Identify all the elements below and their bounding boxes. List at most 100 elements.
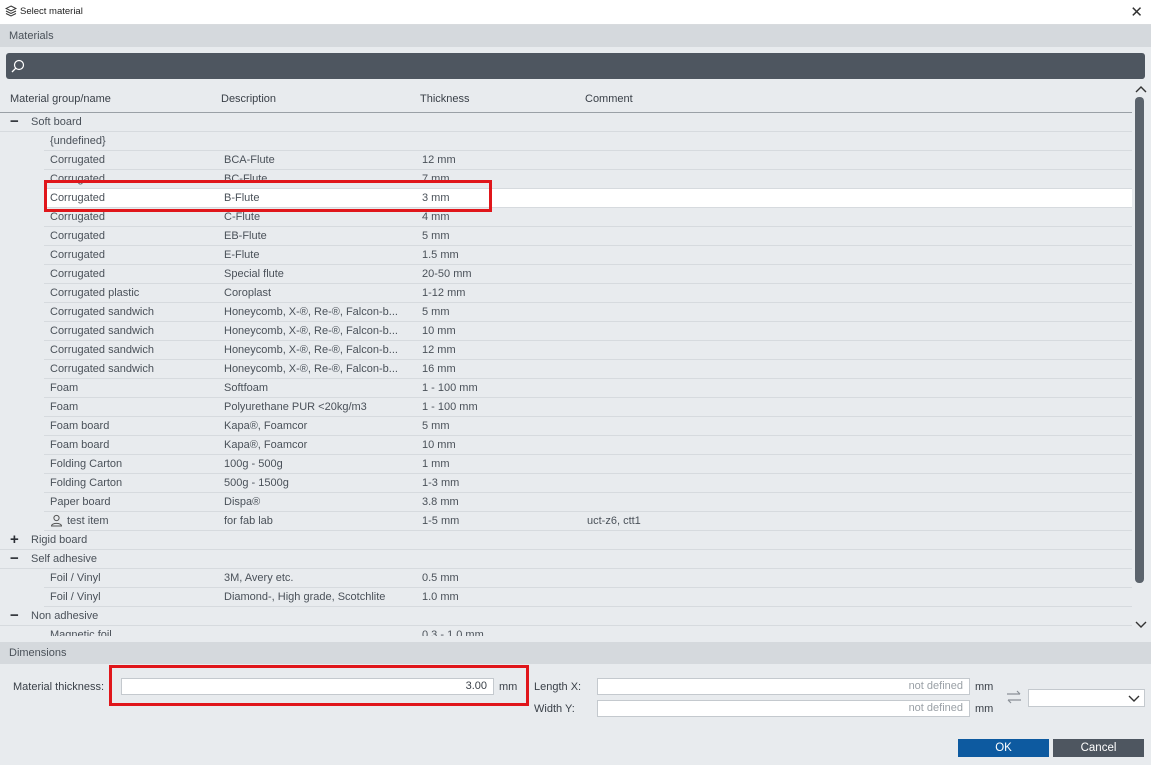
material-description: Diamond-, High grade, Scotchlite: [224, 591, 386, 603]
material-comment: uct-z6, ctt1: [587, 515, 641, 527]
materials-section-header: Materials: [0, 25, 1151, 47]
material-name: Corrugated: [50, 230, 106, 242]
material-name: Corrugated sandwich: [50, 363, 154, 375]
material-name: Corrugated sandwich: [50, 344, 154, 356]
material-thickness: 5 mm: [422, 230, 450, 242]
material-description: Softfoam: [224, 382, 269, 394]
material-thickness: 1 - 100 mm: [422, 382, 478, 394]
table-row[interactable]: Foil / Vinyl 3M, Avery etc. 0.5 mm: [44, 569, 1132, 588]
material-thickness: 1-12 mm: [422, 287, 466, 299]
material-description: for fab lab: [224, 515, 273, 527]
dimensions-section-header: Dimensions: [0, 642, 1151, 664]
collapse-icon[interactable]: −: [10, 607, 19, 624]
material-description: Honeycomb, X-®, Re-®, Falcon-b...: [224, 306, 398, 318]
material-thickness: 1 mm: [422, 458, 450, 470]
material-name: Corrugated sandwich: [50, 325, 154, 337]
material-thickness-field[interactable]: 3.00: [121, 678, 494, 695]
table-row[interactable]: Foam Softfoam 1 - 100 mm: [44, 379, 1132, 398]
material-name: Foam board: [50, 420, 110, 432]
material-name: Folding Carton: [50, 458, 123, 470]
material-description: Honeycomb, X-®, Re-®, Falcon-b...: [224, 325, 398, 337]
table-row[interactable]: Corrugated EB-Flute 5 mm: [44, 227, 1132, 246]
material-description: Kapa®, Foamcor: [224, 420, 308, 432]
material-name: test item: [67, 515, 109, 527]
highlight-selected-row: [44, 180, 492, 212]
material-thickness: 10 mm: [422, 325, 456, 337]
collapse-icon[interactable]: −: [10, 550, 19, 567]
table-row[interactable]: Corrugated sandwich Honeycomb, X-®, Re-®,…: [44, 360, 1132, 379]
material-thickness: 0.3 - 1.0 mm: [422, 629, 484, 636]
user-icon: [50, 514, 63, 527]
column-header-comment[interactable]: Comment: [585, 93, 633, 105]
material-thickness: 1 - 100 mm: [422, 401, 478, 413]
group-name: Non adhesive: [31, 610, 99, 622]
material-description: Honeycomb, X-®, Re-®, Falcon-b...: [224, 363, 398, 375]
table-row[interactable]: test item for fab lab 1-5 mm uct-z6, ctt1: [44, 512, 1132, 531]
table-row[interactable]: Corrugated sandwich Honeycomb, X-®, Re-®,…: [44, 303, 1132, 322]
material-name: Foam: [50, 382, 79, 394]
material-name: {undefined}: [50, 135, 106, 147]
close-icon[interactable]: ✕: [1130, 3, 1143, 21]
tree-group-row[interactable]: + Rigid board: [0, 531, 1132, 550]
table-row[interactable]: Magnetic foil 0.3 - 1.0 mm: [44, 626, 1132, 636]
swap-arrows-icon[interactable]: [1005, 690, 1023, 704]
material-name: Folding Carton: [50, 477, 123, 489]
table-row[interactable]: Corrugated sandwich Honeycomb, X-®, Re-®,…: [44, 322, 1132, 341]
thickness-unit: mm: [499, 681, 518, 693]
collapse-icon[interactable]: −: [10, 113, 19, 130]
material-name: Foam: [50, 401, 79, 413]
column-header-description[interactable]: Description: [221, 93, 276, 105]
table-row[interactable]: Paper board Dispa® 3.8 mm: [44, 493, 1132, 512]
material-thickness: 16 mm: [422, 363, 456, 375]
material-description: Polyurethane PUR <20kg/m3: [224, 401, 367, 413]
material-name: Corrugated: [50, 154, 106, 166]
material-thickness: 20-50 mm: [422, 268, 472, 280]
length-x-label: Length X:: [534, 681, 582, 693]
layers-icon: [5, 5, 17, 17]
material-description: Kapa®, Foamcor: [224, 439, 308, 451]
tree-group-row[interactable]: − Soft board: [0, 113, 1132, 132]
chevron-down-icon[interactable]: [1135, 620, 1147, 630]
table-row[interactable]: Folding Carton 100g - 500g 1 mm: [44, 455, 1132, 474]
width-unit: mm: [975, 703, 994, 715]
expand-icon[interactable]: +: [10, 531, 19, 548]
group-name: Self adhesive: [31, 553, 98, 565]
table-row[interactable]: Corrugated sandwich Honeycomb, X-®, Re-®,…: [44, 341, 1132, 360]
column-headers: Material group/name Description Thicknes…: [0, 88, 1132, 113]
material-description: EB-Flute: [224, 230, 267, 242]
table-row[interactable]: Foam Polyurethane PUR <20kg/m3 1 - 100 mm: [44, 398, 1132, 417]
table-row[interactable]: Corrugated Special flute 20-50 mm: [44, 265, 1132, 284]
length-x-field[interactable]: not defined: [597, 678, 970, 695]
title-bar: Select material ✕: [0, 0, 1151, 25]
material-thickness: 3.8 mm: [422, 496, 459, 508]
material-description: Coroplast: [224, 287, 272, 299]
width-y-field[interactable]: not defined: [597, 700, 970, 717]
cancel-button[interactable]: Cancel: [1053, 739, 1144, 757]
chevron-up-icon[interactable]: [1135, 84, 1147, 94]
material-thickness: 1.0 mm: [422, 591, 459, 603]
table-row[interactable]: Foil / Vinyl Diamond-, High grade, Scotch…: [44, 588, 1132, 607]
table-row[interactable]: Folding Carton 500g - 1500g 1-3 mm: [44, 474, 1132, 493]
table-row[interactable]: Corrugated BCA-Flute 12 mm: [44, 151, 1132, 170]
column-header-thickness[interactable]: Thickness: [420, 93, 470, 105]
table-row[interactable]: Corrugated E-Flute 1.5 mm: [44, 246, 1132, 265]
vertical-scrollbar[interactable]: [1132, 82, 1151, 636]
table-row[interactable]: Corrugated plastic Coroplast 1-12 mm: [44, 284, 1132, 303]
table-row[interactable]: {undefined}: [44, 132, 1132, 151]
dimension-preset-select[interactable]: [1028, 689, 1145, 707]
table-row[interactable]: Foam board Kapa®, Foamcor 10 mm: [44, 436, 1132, 455]
material-description: Honeycomb, X-®, Re-®, Falcon-b...: [224, 344, 398, 356]
material-thickness: 1.5 mm: [422, 249, 459, 261]
ok-button[interactable]: OK: [958, 739, 1049, 757]
dimensions-section-title: Dimensions: [9, 647, 67, 659]
scrollbar-thumb[interactable]: [1135, 97, 1144, 583]
tree-group-row[interactable]: − Self adhesive: [0, 550, 1132, 569]
search-icon: [11, 59, 25, 73]
material-thickness: 12 mm: [422, 344, 456, 356]
column-header-name[interactable]: Material group/name: [10, 93, 111, 105]
tree-group-row[interactable]: − Non adhesive: [0, 607, 1132, 626]
material-name: Corrugated sandwich: [50, 306, 154, 318]
search-input[interactable]: [30, 56, 1134, 77]
table-row[interactable]: Foam board Kapa®, Foamcor 5 mm: [44, 417, 1132, 436]
material-thickness: 5 mm: [422, 420, 450, 432]
